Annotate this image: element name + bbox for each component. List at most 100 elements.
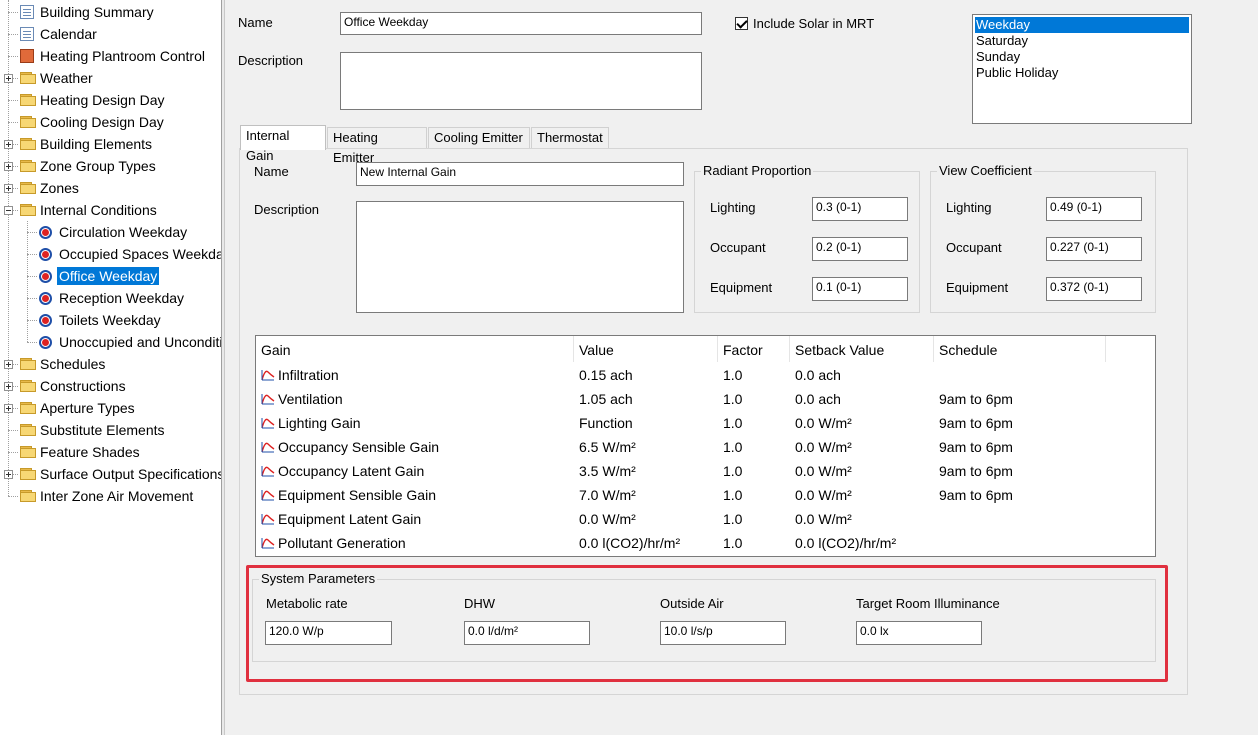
tree-item-label: Office Weekday [57, 267, 160, 285]
folder-icon [20, 380, 36, 392]
expand-icon[interactable] [4, 360, 13, 369]
value-cell: 0.15 ach [579, 367, 633, 383]
description-field[interactable] [340, 52, 702, 110]
expand-icon[interactable] [4, 162, 13, 171]
folder-icon [20, 358, 36, 370]
include-solar-label[interactable]: Include Solar in MRT [753, 16, 874, 31]
column-header-factor[interactable]: Factor [718, 336, 790, 362]
view-occupant-field[interactable]: 0.227 (0-1) [1046, 237, 1142, 261]
tree-item-schedules[interactable]: Schedules [0, 353, 221, 375]
value-cell: 1.05 ach [579, 391, 633, 407]
factor-cell: 1.0 [723, 463, 743, 479]
day-type-item[interactable]: Saturday [973, 33, 1191, 49]
tab-heating-emitter[interactable]: Heating Emitter [327, 127, 427, 165]
table-row[interactable]: Ventilation 1.05 ach 1.0 0.0 ach 9am to 6pm [256, 387, 1155, 411]
column-header-value[interactable]: Value [574, 336, 718, 362]
profile-curve-icon [261, 538, 275, 549]
internal-condition-icon [39, 336, 52, 349]
tree-item-reception-weekday[interactable]: Reception Weekday [0, 287, 221, 309]
tree-item-cooling-design-day[interactable]: Cooling Design Day [0, 111, 221, 133]
folder-icon [20, 116, 36, 128]
gain-description-field[interactable] [356, 201, 684, 313]
view-occupant-label: Occupant [946, 240, 1002, 255]
setback-cell: 0.0 W/m² [795, 439, 852, 455]
gain-name-label: Name [254, 164, 289, 179]
tree-item-label: Feature Shades [40, 444, 140, 460]
gain-table[interactable]: Gain Value Factor Setback Value Schedule… [255, 335, 1156, 557]
gain-name-field[interactable]: New Internal Gain [356, 162, 684, 186]
day-type-item[interactable]: Weekday [975, 17, 1189, 33]
tree-item-internal-conditions[interactable]: Internal Conditions [0, 199, 221, 221]
view-coefficient-title: View Coefficient [937, 163, 1034, 178]
tree-item-label: Unoccupied and Unconditioned [59, 334, 221, 350]
gain-cell: Pollutant Generation [278, 535, 406, 551]
value-cell: Function [579, 415, 633, 431]
tree-item-zones[interactable]: Zones [0, 177, 221, 199]
column-header-setback[interactable]: Setback Value [790, 336, 934, 362]
internal-condition-icon [39, 226, 52, 239]
navigation-tree[interactable]: Building Summary Calendar Heating Plantroo… [0, 0, 221, 735]
radiant-occupant-field[interactable]: 0.2 (0-1) [812, 237, 908, 261]
tree-item-occupied-spaces-weekday[interactable]: Occupied Spaces Weekday [0, 243, 221, 265]
splitter[interactable] [221, 0, 225, 735]
table-row[interactable]: Lighting Gain Function 1.0 0.0 W/m² 9am to 6… [256, 411, 1155, 435]
radiant-lighting-label: Lighting [710, 200, 756, 215]
column-header-schedule[interactable]: Schedule [934, 336, 1106, 362]
factor-cell: 1.0 [723, 367, 743, 383]
tree-item-label: Circulation Weekday [59, 224, 188, 240]
tree-item-aperture-types[interactable]: Aperture Types [0, 397, 221, 419]
column-header-gain[interactable]: Gain [256, 336, 574, 362]
folder-icon [20, 204, 36, 216]
table-row[interactable]: Infiltration 0.15 ach 1.0 0.0 ach [256, 363, 1155, 387]
table-row[interactable]: Equipment Latent Gain 0.0 W/m² 1.0 0.0 W/m² [256, 507, 1155, 531]
tab-thermostat[interactable]: Thermostat [531, 127, 609, 149]
expand-icon[interactable] [4, 404, 13, 413]
tree-item-circulation-weekday[interactable]: Circulation Weekday [0, 221, 221, 243]
tree-item-label: Internal Conditions [40, 202, 157, 218]
tree-item-constructions[interactable]: Constructions [0, 375, 221, 397]
tree-item-calendar[interactable]: Calendar [0, 23, 221, 45]
include-solar-checkbox[interactable] [735, 17, 748, 30]
day-type-item[interactable]: Sunday [973, 49, 1191, 65]
tree-item-label: Zone Group Types [40, 158, 156, 174]
table-row[interactable]: Occupancy Latent Gain 3.5 W/m² 1.0 0.0 W/m²… [256, 459, 1155, 483]
table-row[interactable]: Occupancy Sensible Gain 6.5 W/m² 1.0 0.0 W/… [256, 435, 1155, 459]
tree-item-feature-shades[interactable]: Feature Shades [0, 441, 221, 463]
schedule-cell: 9am to 6pm [939, 487, 1013, 503]
tree-item-unoccupied-and-unconditioned[interactable]: Unoccupied and Unconditioned [0, 331, 221, 353]
setback-cell: 0.0 W/m² [795, 511, 852, 527]
table-row[interactable]: Equipment Sensible Gain 7.0 W/m² 1.0 0.0 W/… [256, 483, 1155, 507]
tree-item-toilets-weekday[interactable]: Toilets Weekday [0, 309, 221, 331]
day-type-item[interactable]: Public Holiday [973, 65, 1191, 81]
expand-icon[interactable] [4, 382, 13, 391]
tree-item-office-weekday[interactable]: Office Weekday [0, 265, 221, 287]
setback-cell: 0.0 ach [795, 367, 841, 383]
name-field[interactable]: Office Weekday [340, 12, 702, 35]
setback-cell: 0.0 l(CO2)/hr/m² [795, 535, 897, 551]
tree-item-heating-design-day[interactable]: Heating Design Day [0, 89, 221, 111]
radiant-equipment-field[interactable]: 0.1 (0-1) [812, 277, 908, 301]
view-lighting-field[interactable]: 0.49 (0-1) [1046, 197, 1142, 221]
radiant-lighting-field[interactable]: 0.3 (0-1) [812, 197, 908, 221]
collapse-icon[interactable] [4, 206, 13, 215]
tree-item-building-elements[interactable]: Building Elements [0, 133, 221, 155]
view-equipment-field[interactable]: 0.372 (0-1) [1046, 277, 1142, 301]
expand-icon[interactable] [4, 184, 13, 193]
tab-internal-gain[interactable]: Internal Gain [240, 125, 326, 163]
expand-icon[interactable] [4, 470, 13, 479]
expand-icon[interactable] [4, 140, 13, 149]
schedule-cell: 9am to 6pm [939, 415, 1013, 431]
tree-item-substitute-elements[interactable]: Substitute Elements [0, 419, 221, 441]
day-type-list[interactable]: Weekday Saturday Sunday Public Holiday [972, 14, 1192, 124]
tree-item-surface-output-specifications[interactable]: Surface Output Specifications [0, 463, 221, 485]
expand-icon[interactable] [4, 74, 13, 83]
tree-item-zone-group-types[interactable]: Zone Group Types [0, 155, 221, 177]
tree-item-label: Surface Output Specifications [40, 466, 221, 482]
tree-item-heating-plantroom-control[interactable]: Heating Plantroom Control [0, 45, 221, 67]
tab-cooling-emitter[interactable]: Cooling Emitter [428, 127, 530, 149]
table-row[interactable]: Pollutant Generation 0.0 l(CO2)/hr/m² 1.0 0… [256, 531, 1155, 555]
profile-curve-icon [261, 514, 275, 525]
tree-item-building-summary[interactable]: Building Summary [0, 1, 221, 23]
tree-item-inter-zone-air-movement[interactable]: Inter Zone Air Movement [0, 485, 221, 507]
tree-item-weather[interactable]: Weather [0, 67, 221, 89]
